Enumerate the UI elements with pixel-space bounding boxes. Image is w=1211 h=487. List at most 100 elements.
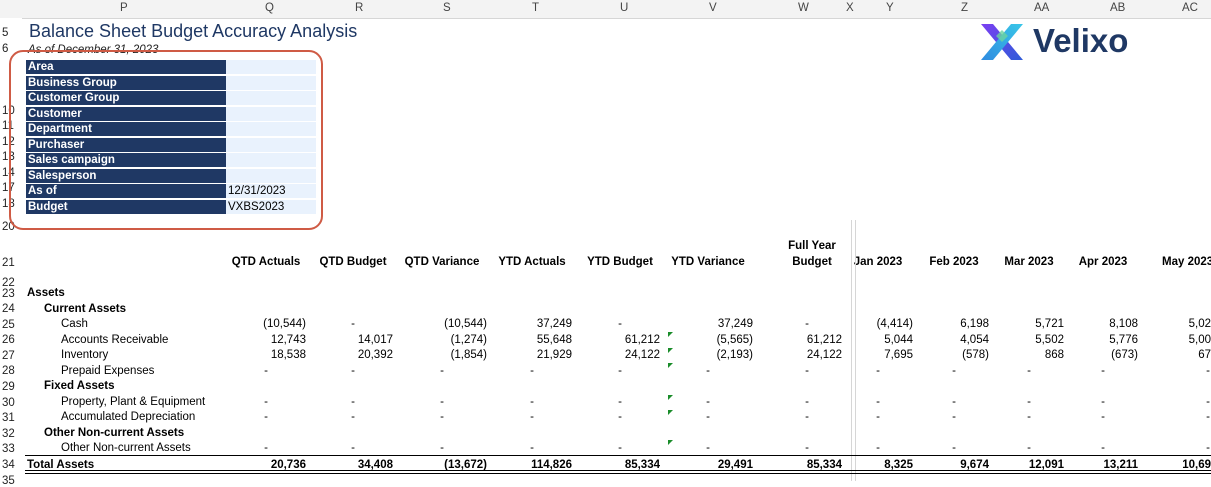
column-header-v[interactable]: V [709, 2, 717, 14]
table-cell[interactable]: - [343, 365, 363, 377]
table-cell[interactable]: 55,648 [492, 334, 572, 346]
column-header-y[interactable]: Y [886, 2, 894, 14]
table-cell[interactable]: 7,695 [833, 349, 913, 361]
table-cell[interactable]: - [797, 365, 817, 377]
table-cell[interactable]: - [1019, 365, 1039, 377]
table-cell[interactable]: - [1198, 411, 1211, 423]
row-label[interactable]: Cash [61, 318, 88, 330]
row-number[interactable]: 34 [2, 459, 15, 471]
row-label[interactable]: Other Non-current Assets [44, 427, 184, 439]
table-cell[interactable]: - [610, 318, 630, 330]
table-cell[interactable]: - [1019, 411, 1039, 423]
column-header-r[interactable]: R [355, 2, 363, 14]
table-cell[interactable]: - [797, 442, 817, 454]
table-cell[interactable]: (1,274) [407, 334, 487, 346]
table-cell[interactable]: - [522, 442, 542, 454]
table-cell[interactable]: - [868, 411, 888, 423]
table-cell[interactable]: - [944, 442, 964, 454]
table-cell[interactable]: (10,544) [407, 318, 487, 330]
table-cell[interactable]: (5,565) [673, 334, 753, 346]
row-label[interactable]: Current Assets [44, 303, 126, 315]
table-cell[interactable]: - [343, 442, 363, 454]
table-cell[interactable]: - [868, 365, 888, 377]
table-cell[interactable]: - [522, 411, 542, 423]
table-cell[interactable]: - [1019, 442, 1039, 454]
column-header-aa[interactable]: AA [1034, 2, 1049, 14]
table-cell[interactable]: - [432, 411, 452, 423]
table-cell[interactable]: - [432, 365, 452, 377]
row-label[interactable]: Fixed Assets [44, 380, 115, 392]
table-cell[interactable]: - [868, 442, 888, 454]
table-cell[interactable]: (10,544) [226, 318, 306, 330]
row-number[interactable]: 5 [2, 27, 8, 39]
table-cell[interactable]: 18,538 [226, 349, 306, 361]
table-cell[interactable]: - [797, 411, 817, 423]
table-cell[interactable]: - [1093, 365, 1113, 377]
column-header-p[interactable]: P [120, 2, 128, 14]
row-number[interactable]: 35 [2, 475, 15, 487]
table-cell[interactable]: (1,854) [407, 349, 487, 361]
table-cell[interactable]: - [610, 442, 630, 454]
row-number[interactable]: 33 [2, 443, 15, 455]
row-number[interactable]: 6 [2, 43, 8, 55]
table-cell[interactable]: - [698, 442, 718, 454]
row-label[interactable]: Inventory [61, 349, 108, 361]
table-cell[interactable]: - [944, 396, 964, 408]
table-cell[interactable]: - [1019, 396, 1039, 408]
column-header-u[interactable]: U [620, 2, 628, 14]
table-cell[interactable]: 20,392 [313, 349, 393, 361]
table-cell[interactable]: - [1093, 442, 1113, 454]
column-header-ac[interactable]: AC [1182, 2, 1198, 14]
row-number[interactable]: 30 [2, 397, 15, 409]
table-cell[interactable]: - [1198, 365, 1211, 377]
table-cell[interactable]: - [797, 318, 817, 330]
table-cell[interactable]: - [610, 411, 630, 423]
row-label[interactable]: Accumulated Depreciation [61, 411, 195, 423]
table-cell[interactable]: - [432, 396, 452, 408]
row-label[interactable]: Other Non-current Assets [61, 442, 191, 454]
table-cell[interactable]: 5,776 [1058, 334, 1138, 346]
table-cell[interactable]: 4,054 [909, 334, 989, 346]
row-number[interactable]: 24 [2, 303, 15, 315]
table-cell[interactable]: 67 [1131, 349, 1211, 361]
table-cell[interactable]: - [1198, 396, 1211, 408]
row-number[interactable]: 25 [2, 319, 15, 331]
row-number[interactable]: 27 [2, 350, 15, 362]
table-cell[interactable]: - [1093, 411, 1113, 423]
row-label[interactable]: Assets [27, 287, 65, 299]
column-header-x[interactable]: X [846, 2, 854, 14]
table-cell[interactable]: - [256, 396, 276, 408]
row-number[interactable]: 21 [2, 257, 15, 269]
table-cell[interactable]: - [432, 442, 452, 454]
table-cell[interactable]: (2,193) [673, 349, 753, 361]
table-cell[interactable]: - [1093, 396, 1113, 408]
row-number[interactable]: 31 [2, 412, 15, 424]
table-cell[interactable]: 24,122 [580, 349, 660, 361]
row-number[interactable]: 28 [2, 365, 15, 377]
table-cell[interactable]: 5,02 [1131, 318, 1211, 330]
table-cell[interactable]: 24,122 [762, 349, 842, 361]
table-cell[interactable]: 8,108 [1058, 318, 1138, 330]
row-number[interactable]: 26 [2, 334, 15, 346]
table-cell[interactable]: 61,212 [762, 334, 842, 346]
row-number[interactable]: 29 [2, 381, 15, 393]
table-cell[interactable]: - [610, 365, 630, 377]
table-cell[interactable]: - [256, 365, 276, 377]
table-cell[interactable]: 12,743 [226, 334, 306, 346]
table-cell[interactable]: 21,929 [492, 349, 572, 361]
table-cell[interactable]: (673) [1058, 349, 1138, 361]
table-cell[interactable]: 5,044 [833, 334, 913, 346]
column-header-ab[interactable]: AB [1110, 2, 1125, 14]
table-cell[interactable]: - [343, 411, 363, 423]
column-header-w[interactable]: W [798, 2, 809, 14]
row-label[interactable]: Property, Plant & Equipment [61, 396, 205, 408]
column-header-t[interactable]: T [532, 2, 539, 14]
column-header-s[interactable]: S [443, 2, 451, 14]
table-cell[interactable]: - [610, 396, 630, 408]
table-cell[interactable]: - [343, 396, 363, 408]
table-cell[interactable]: 5,00 [1131, 334, 1211, 346]
table-cell[interactable]: - [256, 442, 276, 454]
row-label[interactable]: Accounts Receivable [61, 334, 168, 346]
row-number[interactable]: 32 [2, 428, 15, 440]
table-cell[interactable]: 37,249 [492, 318, 572, 330]
